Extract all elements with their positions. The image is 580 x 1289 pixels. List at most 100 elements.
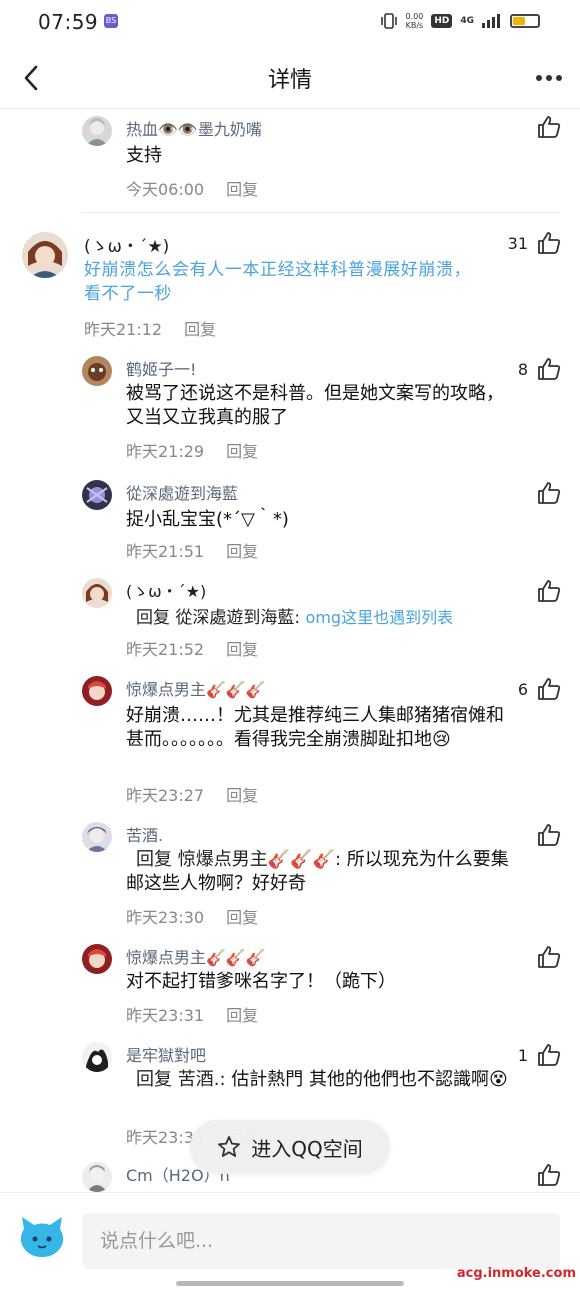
handwritten-text: omg这里也遇到列表 [305, 608, 454, 627]
comment-time: 昨天21:52 [126, 640, 205, 659]
like-control[interactable]: 31 [508, 230, 562, 256]
vibrate-icon [380, 13, 397, 29]
thumbs-up-icon[interactable] [536, 230, 562, 256]
like-control[interactable]: 1 [518, 1042, 562, 1068]
comment-item: 惊爆点男主🎸🎸🎸 对不起打错爹咪名字了！（跪下） 昨天23:31 回复 [0, 940, 580, 1030]
avatar[interactable] [82, 676, 112, 706]
like-control[interactable] [536, 480, 562, 506]
like-control[interactable] [536, 944, 562, 970]
reply-button[interactable]: 回复 [226, 180, 258, 199]
comment-author[interactable]: 苦酒. [126, 822, 163, 846]
comment-meta: 昨天23:27 回复 [126, 782, 258, 806]
comment-time: 昨天23:27 [126, 786, 205, 805]
comment-author[interactable]: 惊爆点男主🎸🎸🎸 [126, 676, 266, 700]
like-count: 31 [507, 233, 528, 253]
comment-meta: 昨天23:31 回复 [126, 1002, 258, 1026]
comment-text: 支持 [126, 145, 162, 166]
comment-author[interactable]: 鹤姬子一! [126, 356, 196, 380]
like-count: 6 [517, 679, 528, 699]
comment-time: 昨天21:51 [126, 542, 205, 561]
input-placeholder: 说点什么吧... [100, 1230, 214, 1252]
reply-button[interactable]: 回复 [226, 908, 258, 927]
reply-button[interactable]: 回复 [226, 640, 258, 659]
comment-text: 好崩溃怎么会有人一本正经这样科普漫展好崩溃，看不了一秒 [84, 260, 472, 304]
comment-meta: 昨天21:51 回复 [126, 538, 258, 562]
comment-text: 回复 從深處遊到海藍: omg这里也遇到列表 [126, 606, 546, 630]
comment-time: 今天06:00 [126, 180, 205, 199]
enter-qzone-button[interactable]: 进入QQ空间 [190, 1120, 390, 1174]
battery-level [513, 17, 525, 25]
thumbs-up-icon[interactable] [536, 822, 562, 848]
notification-badge: BS [104, 14, 118, 28]
avatar[interactable] [82, 1042, 112, 1072]
nav-divider [0, 108, 580, 109]
avatar[interactable] [82, 578, 112, 608]
comment-item: 热血👁️👁️墨九奶嘴 支持 今天06:00 回复 [0, 110, 580, 210]
reply-target[interactable]: 苦酒.: [178, 1069, 226, 1090]
comment-item: 從深處遊到海藍 捉小乱宝宝(*´▽｀*) 昨天21:51 回复 [0, 476, 580, 566]
thumbs-up-icon[interactable] [536, 676, 562, 702]
avatar[interactable] [22, 232, 68, 278]
hd-badge: HD [431, 14, 453, 28]
comment-feed[interactable]: 热血👁️👁️墨九奶嘴 支持 今天06:00 回复 (ゝω・´★) 好崩溃怎么会有人… [0, 110, 580, 1192]
comment-author[interactable]: 從深處遊到海藍 [126, 480, 238, 504]
comment-text: 被骂了还说这不是科普。但是她文案写的攻略，又当又立我真的服了 [126, 383, 504, 428]
comment-author[interactable]: (ゝω・´★) [84, 232, 169, 257]
comment-time: 昨天23:31 [126, 1006, 205, 1025]
comment-text: 对不起打错爹咪名字了！（跪下） [126, 971, 396, 992]
reply-button[interactable]: 回复 [226, 786, 258, 805]
reply-prefix: 回复 [136, 1069, 172, 1090]
star-icon [218, 1136, 241, 1157]
thumbs-up-icon[interactable] [536, 578, 562, 604]
comment-author[interactable]: (ゝω・´★) [126, 578, 206, 602]
like-control[interactable] [536, 1162, 562, 1188]
comment-text: 回复 苦酒.: 估計熱門 其他的他們也不認識啊😵 [126, 1068, 516, 1092]
page-title: 详情 [267, 68, 312, 93]
avatar[interactable] [82, 944, 112, 974]
thumbs-up-icon[interactable] [536, 480, 562, 506]
thumbs-up-icon[interactable] [536, 944, 562, 970]
reply-target[interactable]: 惊爆点男主🎸🎸🎸: [178, 849, 341, 870]
comment-meta: 昨天21:12 回复 [84, 316, 216, 340]
reply-body: 估計熱門 其他的他們也不認識啊😵 [231, 1069, 508, 1090]
thumbs-up-icon[interactable] [536, 356, 562, 382]
avatar[interactable] [82, 822, 112, 852]
comment-item: (ゝω・´★) 回复 從深處遊到海藍: omg这里也遇到列表 昨天21:52 回复 [0, 574, 580, 664]
thumbs-up-icon[interactable] [536, 1162, 562, 1188]
comment-author[interactable]: 惊爆点男主🎸🎸🎸 [126, 944, 266, 968]
section-divider [82, 212, 560, 213]
avatar[interactable] [82, 480, 112, 510]
comment-input[interactable]: 说点什么吧... [82, 1213, 560, 1269]
comment-item: (ゝω・´★) 好崩溃怎么会有人一本正经这样科普漫展好崩溃，看不了一秒 昨天21… [0, 222, 580, 342]
reply-target[interactable]: 從深處遊到海藍: [175, 608, 300, 628]
reply-button[interactable]: 回复 [226, 442, 258, 461]
like-control[interactable] [536, 114, 562, 140]
thumbs-up-icon[interactable] [536, 114, 562, 140]
avatar[interactable] [82, 1162, 112, 1192]
avatar[interactable] [82, 356, 112, 386]
reply-button[interactable]: 回复 [184, 320, 216, 339]
comment-text: 回复 惊爆点男主🎸🎸🎸: 所以现充为什么要集邮这些人物啊？好好奇 [126, 848, 516, 896]
thumbs-up-icon[interactable] [536, 1042, 562, 1068]
comment-author[interactable]: 是牢獄對吧 [126, 1042, 206, 1066]
comment-meta: 昨天23:30 回复 [126, 904, 258, 928]
battery-icon [510, 14, 540, 28]
comment-meta: 昨天21:29 回复 [126, 438, 258, 462]
comment-item: 惊爆点男主🎸🎸🎸 好崩溃……！尤其是推荐纯三人集邮猪猪宿傩和甚而。。。。。。。看… [0, 672, 580, 808]
mascot-cat-icon[interactable] [18, 1215, 66, 1259]
comment-time: 昨天21:29 [126, 442, 205, 461]
like-control[interactable]: 8 [518, 356, 562, 382]
home-indicator[interactable] [176, 1281, 404, 1286]
reply-button[interactable]: 回复 [226, 1006, 258, 1025]
more-horizontal-icon[interactable] [534, 66, 564, 90]
avatar[interactable] [82, 116, 112, 146]
like-control[interactable] [536, 578, 562, 604]
comment-item: 苦酒. 回复 惊爆点男主🎸🎸🎸: 所以现充为什么要集邮这些人物啊？好好奇 昨天2… [0, 818, 580, 930]
like-control[interactable] [536, 822, 562, 848]
comment-time: 昨天23:30 [126, 908, 205, 927]
comment-author[interactable]: 热血👁️👁️墨九奶嘴 [126, 116, 262, 140]
reply-button[interactable]: 回复 [226, 542, 258, 561]
like-control[interactable]: 6 [518, 676, 562, 702]
net-speed: 0.00 KB/s [405, 12, 424, 30]
like-count: 1 [517, 1045, 528, 1065]
